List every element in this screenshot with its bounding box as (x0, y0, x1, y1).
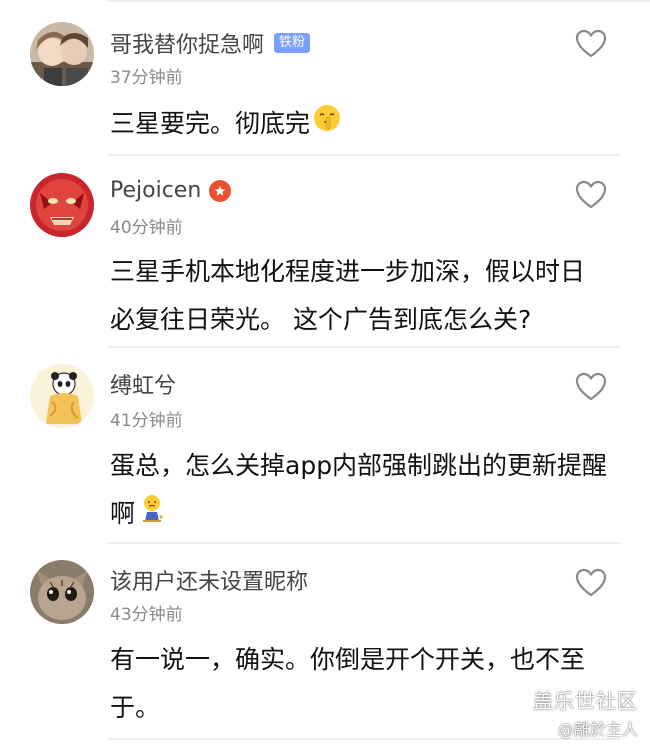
like-heart-icon[interactable] (575, 372, 607, 402)
username[interactable]: 该用户还未设置昵称 (110, 564, 308, 596)
divider (108, 738, 620, 740)
timestamp: 43分钟前 (110, 605, 183, 625)
shushing-face-emoji-icon (312, 101, 342, 149)
username[interactable]: 缚虹兮 (110, 368, 176, 400)
avatar[interactable] (30, 560, 94, 624)
username-text: 哥我替你捉急啊 (110, 33, 265, 58)
avatar[interactable] (30, 173, 94, 237)
username[interactable]: Pejoicen (110, 178, 232, 203)
comment-line: 有一说一，确实。你倒是开个开关，也不至 (110, 645, 586, 674)
like-heart-icon[interactable] (575, 180, 607, 210)
username[interactable]: 哥我替你捉急啊 铁粉 (110, 27, 311, 59)
comment-text: 有一说一，确实。你倒是开个开关，也不至 于。 (110, 636, 630, 732)
comment-line: 三星手机本地化程度进一步加深，假以时日 (110, 257, 586, 286)
watermark-title: 盖乐世社区 (533, 689, 638, 713)
comment-line: 必复往日荣光。 这个广告到底怎么关? (110, 305, 532, 334)
timestamp: 41分钟前 (110, 411, 183, 431)
like-heart-icon[interactable] (575, 568, 607, 598)
comment-line: 啊 (110, 499, 136, 528)
sitting-person-emoji-icon (137, 491, 167, 539)
watermark-author: @離於主人 (557, 720, 638, 739)
timestamp: 37分钟前 (110, 68, 183, 88)
avatar[interactable] (30, 22, 94, 86)
timestamp: 40分钟前 (110, 218, 183, 238)
top-divider (108, 0, 650, 2)
divider (108, 154, 620, 156)
comment-text: 三星要完。彻底完 (110, 100, 630, 149)
username-text: 缚虹兮 (110, 374, 177, 399)
like-heart-icon[interactable] (575, 29, 607, 59)
fan-badge: 铁粉 (274, 33, 311, 53)
username-text: 该用户还未设置昵称 (110, 570, 309, 595)
comment-line: 蛋总，怎么关掉app内部强制跳出的更新提醒 (110, 451, 608, 480)
verified-badge-icon (209, 179, 232, 202)
comment-text: 蛋总，怎么关掉app内部强制跳出的更新提醒 啊 (110, 442, 630, 539)
divider (108, 346, 620, 348)
username-text: Pejoicen (110, 178, 202, 203)
comment-text: 三星手机本地化程度进一步加深，假以时日 必复往日荣光。 这个广告到底怎么关? (110, 248, 630, 344)
divider (108, 542, 620, 544)
avatar[interactable] (30, 364, 94, 428)
comment-line: 三星要完。彻底完 (110, 109, 311, 138)
